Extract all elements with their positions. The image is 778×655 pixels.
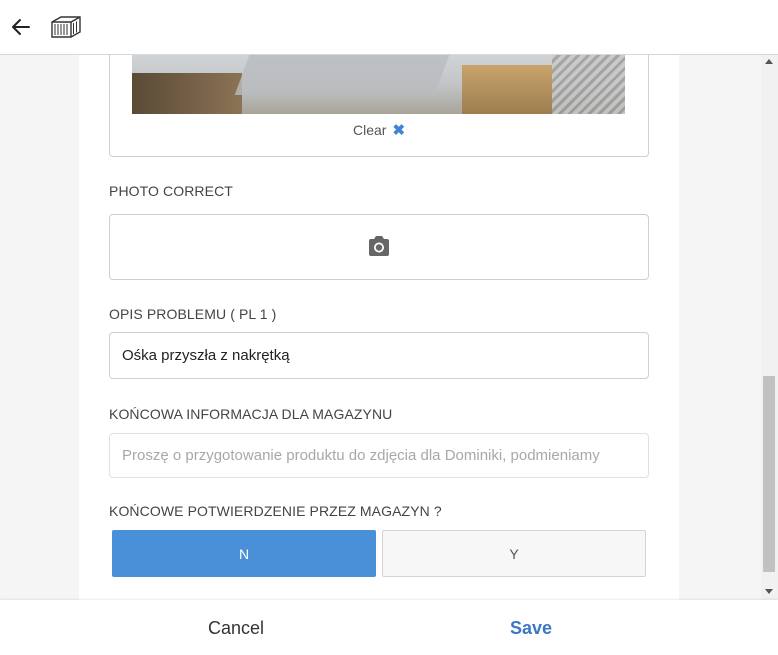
save-button[interactable]: Save bbox=[510, 618, 552, 639]
problem-description-label: OPIS PROBLEMU ( PL 1 ) bbox=[109, 306, 277, 322]
vertical-scrollbar[interactable] bbox=[761, 55, 778, 600]
close-icon: ✖ bbox=[392, 122, 406, 139]
scroll-down-icon[interactable] bbox=[765, 589, 773, 594]
footer-bar: Cancel Save bbox=[0, 600, 778, 655]
form-scroll-area[interactable]: Clear ✖ PHOTO CORRECT OPIS PROBLEMU ( PL … bbox=[0, 55, 761, 600]
clear-photo-button[interactable]: Clear ✖ bbox=[110, 121, 648, 139]
final-confirmation-label: KOŃCOWE POTWIERDZENIE PRZEZ MAGAZYN ? bbox=[109, 503, 442, 519]
confirmation-option-y[interactable]: Y bbox=[382, 530, 646, 577]
final-info-label: KOŃCOWA INFORMACJA DLA MAGAZYNU bbox=[109, 406, 393, 422]
top-bar bbox=[0, 0, 778, 55]
scrollbar-thumb[interactable] bbox=[763, 376, 775, 572]
camera-icon bbox=[369, 236, 389, 256]
photo-correct-upload[interactable] bbox=[109, 214, 649, 280]
shipping-container-icon bbox=[51, 16, 81, 38]
arrow-left-icon[interactable] bbox=[8, 14, 34, 40]
form-card: Clear ✖ PHOTO CORRECT OPIS PROBLEMU ( PL … bbox=[79, 55, 679, 600]
clear-label: Clear bbox=[352, 122, 387, 138]
photo-correct-label: PHOTO CORRECT bbox=[109, 183, 233, 199]
final-info-input[interactable] bbox=[109, 433, 649, 478]
cancel-button[interactable]: Cancel bbox=[208, 618, 264, 639]
confirmation-option-n[interactable]: N bbox=[112, 530, 376, 577]
photo-preview-image bbox=[132, 55, 625, 114]
scroll-up-icon[interactable] bbox=[765, 59, 773, 64]
problem-description-input[interactable] bbox=[109, 332, 649, 379]
photo-preview-box: Clear ✖ bbox=[109, 55, 649, 157]
